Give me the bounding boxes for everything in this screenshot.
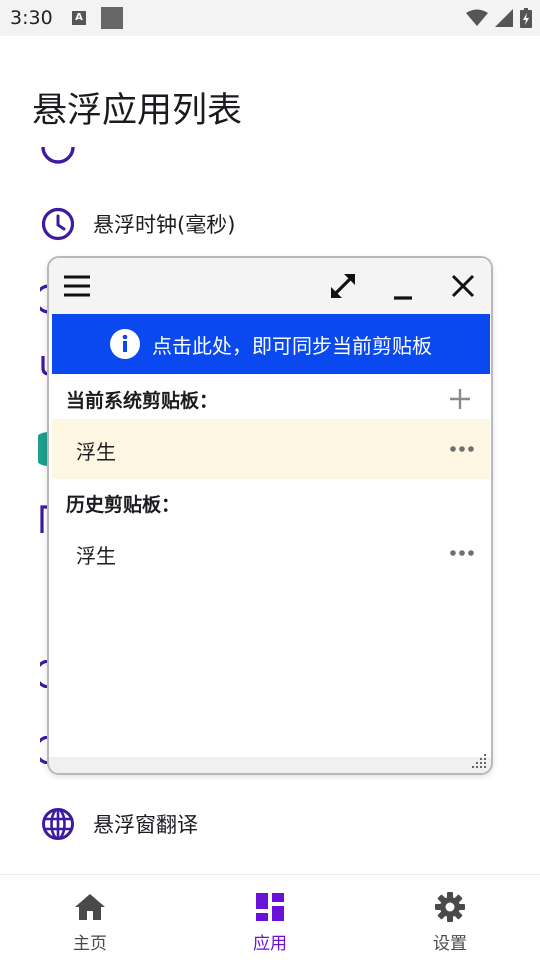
window-footer: [49, 757, 491, 773]
resize-handle-icon[interactable]: [468, 750, 488, 770]
bottom-navigation: 主页 应用 设置: [0, 874, 540, 960]
menu-button[interactable]: [59, 268, 95, 304]
nav-label: 主页: [73, 934, 107, 954]
status-bar: 3:30 A: [0, 0, 540, 36]
close-button[interactable]: [445, 268, 481, 304]
notification-a-icon: A: [72, 11, 86, 25]
nav-item-settings[interactable]: 设置: [360, 875, 540, 960]
clock-icon: [40, 206, 76, 242]
nav-label: 设置: [433, 934, 467, 954]
window-header[interactable]: [49, 258, 491, 314]
more-options-icon[interactable]: [448, 439, 476, 459]
gear-icon: [433, 890, 467, 924]
menu-icon: [64, 275, 90, 297]
app-item-label: 悬浮窗翻译: [93, 813, 198, 837]
signal-icon: [495, 9, 513, 27]
sync-clipboard-banner[interactable]: 点击此处，即可同步当前剪贴板: [52, 314, 490, 374]
notification-square-icon: [101, 7, 123, 29]
info-icon: [110, 329, 140, 359]
minimize-icon: [394, 296, 412, 300]
clock-icon-partial: [41, 146, 75, 164]
current-clipboard-title: 当前系统剪贴板：: [66, 390, 219, 412]
clipboard-item-text: 浮生: [76, 440, 116, 464]
wifi-icon: [466, 9, 488, 26]
minimize-button[interactable]: [385, 268, 421, 304]
apps-icon: [253, 890, 287, 924]
app-item-clock-ms[interactable]: 悬浮时钟(毫秒): [0, 194, 540, 254]
nav-label: 应用: [253, 934, 287, 954]
app-item-float-translate[interactable]: 悬浮窗翻译: [0, 794, 540, 854]
floating-clipboard-window[interactable]: 点击此处，即可同步当前剪贴板 当前系统剪贴板： 浮生 历史剪贴板： 浮生: [47, 256, 493, 775]
history-clipboard-title: 历史剪贴板：: [66, 494, 181, 516]
status-time: 3:30: [10, 7, 53, 29]
add-icon[interactable]: [447, 386, 473, 412]
current-clipboard-item[interactable]: 浮生: [52, 419, 490, 479]
nav-item-home[interactable]: 主页: [0, 875, 180, 960]
nav-item-apps[interactable]: 应用: [180, 875, 360, 960]
maximize-button[interactable]: [325, 268, 361, 304]
more-options-icon[interactable]: [448, 543, 476, 563]
close-icon: [451, 274, 475, 298]
app-item-label: 悬浮时钟(毫秒): [93, 213, 236, 237]
sync-banner-text: 点击此处，即可同步当前剪贴板: [152, 333, 432, 358]
battery-icon: [520, 8, 532, 28]
history-clipboard-item[interactable]: 浮生: [52, 523, 490, 583]
home-icon: [73, 890, 107, 924]
expand-icon: [330, 273, 356, 299]
page-title: 悬浮应用列表: [32, 91, 243, 131]
globe-icon: [40, 806, 76, 842]
clipboard-item-text: 浮生: [76, 544, 116, 568]
status-indicators: [466, 7, 532, 29]
